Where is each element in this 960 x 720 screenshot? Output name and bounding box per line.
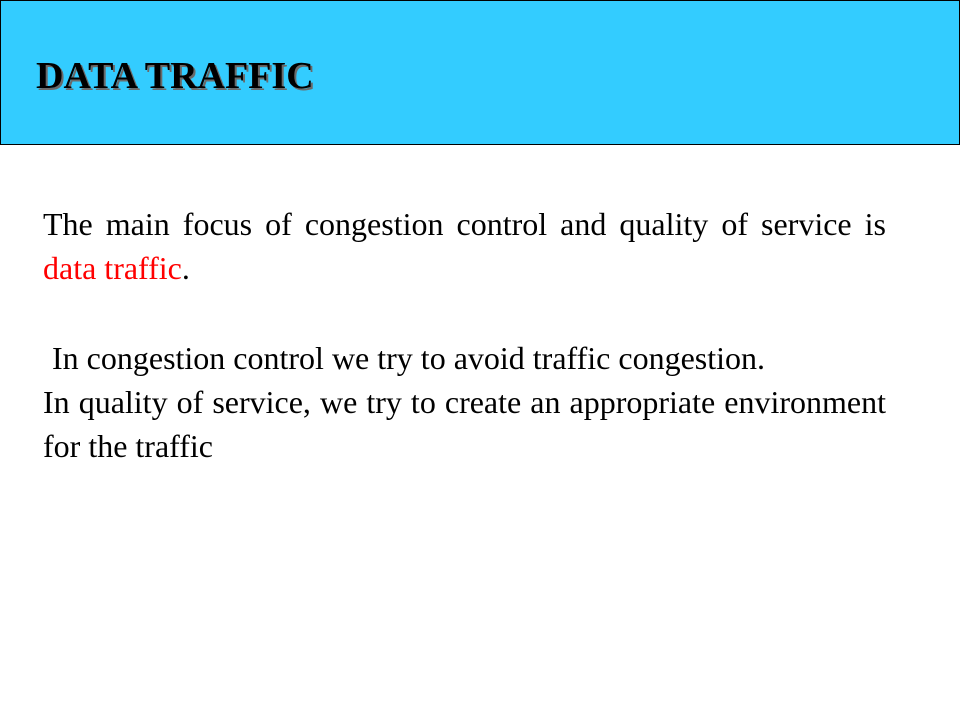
paragraph-2-line-1: In congestion control we try to avoid tr…	[43, 336, 886, 380]
paragraph-2-line-1-text: In congestion control we try to avoid tr…	[52, 340, 765, 376]
paragraph-1-end: .	[181, 250, 190, 286]
slide-title: DATA TRAFFIC	[36, 55, 314, 97]
paragraph-1-text: The main focus of congestion control and…	[43, 206, 886, 242]
slide-body: The main focus of congestion control and…	[43, 202, 886, 468]
paragraph-2-line-2: In quality of service, we try to create …	[43, 384, 886, 464]
paragraph-1: The main focus of congestion control and…	[43, 202, 886, 290]
highlighted-term: data traffic	[43, 250, 182, 286]
title-bar: DATA TRAFFIC	[0, 0, 960, 145]
